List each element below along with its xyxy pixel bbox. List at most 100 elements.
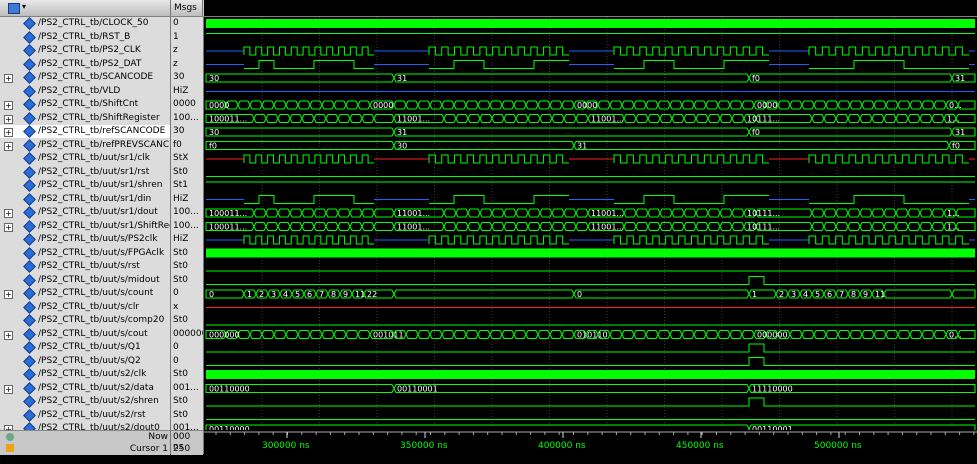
signal-row[interactable]: + /PS2_CTRL_tb/refSCANCODE — [0, 125, 170, 138]
expand-icon[interactable]: + — [4, 128, 13, 137]
signal-row[interactable]: /PS2_CTRL_tb/uut/sr1/rst — [0, 165, 170, 179]
signal-name-header[interactable]: ▾ — [0, 0, 171, 16]
bus-value: 7 — [839, 290, 844, 299]
bus-segment — [573, 289, 750, 299]
waveform-pane[interactable]: 30 31 f0 31 0000 0000 0000 0000 0... 100011... 110… — [204, 17, 977, 454]
signal-name: /PS2_CTRL_tb/PS2_CLK — [38, 45, 141, 55]
waveform-canvas[interactable]: 30 31 f0 310000 0000 0000 0000 0...100011... 110… — [204, 17, 977, 454]
signal-value: St0 — [173, 315, 188, 325]
bus-segment — [277, 208, 291, 218]
bus-segment — [417, 100, 431, 110]
bus-segment — [393, 141, 575, 150]
expand-icon[interactable]: + — [4, 141, 13, 151]
signal-icon — [23, 17, 36, 30]
signal-row[interactable]: /PS2_CTRL_tb/uut/sr1/din — [0, 192, 170, 206]
bus-segment — [789, 100, 803, 110]
bus-segment — [337, 222, 351, 231]
signal-row[interactable]: /PS2_CTRL_tb/CLOCK_50 — [0, 17, 170, 30]
signal-row[interactable]: + /PS2_CTRL_tb/SCANCODE — [0, 71, 170, 84]
bus-segment — [705, 330, 719, 339]
bus-segment — [513, 100, 527, 110]
bus-segment — [835, 114, 849, 123]
signal-row[interactable]: /PS2_CTRL_tb/uut/sr1/shren — [0, 179, 170, 192]
signal-row[interactable]: /PS2_CTRL_tb/PS2_DAT — [0, 57, 170, 71]
expand-icon[interactable]: + — [4, 209, 13, 218]
bus-segment — [479, 208, 493, 218]
signal-row[interactable]: + /PS2_CTRL_tb/uut/s2/data — [0, 381, 170, 395]
signal-row[interactable]: /PS2_CTRL_tb/uut/s/FPGAclk — [0, 246, 170, 260]
expand-icon[interactable]: + — [4, 222, 13, 232]
bus-segment — [361, 222, 375, 231]
bus-segment — [919, 222, 933, 231]
expand-icon[interactable]: + — [4, 290, 13, 299]
signal-icon — [23, 395, 36, 408]
signal-name: /PS2_CTRL_tb/uut/sr1/rst — [38, 166, 150, 177]
bus-segment — [205, 127, 395, 137]
signal-value-row: z — [171, 58, 203, 71]
signal-row[interactable]: /PS2_CTRL_tb/uut/s/rst — [0, 260, 170, 273]
bus-segment — [719, 114, 733, 123]
expand-icon[interactable]: + — [4, 74, 13, 83]
bus-segment — [253, 208, 267, 218]
signal-row[interactable]: + /PS2_CTRL_tb/uut/sr1/dout — [0, 206, 170, 219]
signal-row[interactable]: /PS2_CTRL_tb/uut/s2/clk — [0, 368, 170, 381]
signal-names-pane[interactable]: /PS2_CTRL_tb/CLOCK_50/PS2_CTRL_tb/RST_B /… — [0, 17, 171, 454]
bus-segment — [907, 114, 921, 123]
signal-value: 100... — [173, 207, 199, 217]
pulse-wave — [206, 397, 975, 407]
bus-segment — [561, 330, 575, 339]
bus-segment — [847, 208, 861, 218]
signal-row[interactable]: /PS2_CTRL_tb/uut/s/Q1 — [0, 341, 170, 354]
signal-row[interactable]: /PS2_CTRL_tb/uut/s2/rst — [0, 408, 170, 422]
bus-segment — [731, 114, 745, 123]
signal-row[interactable]: /PS2_CTRL_tb/VLD — [0, 84, 170, 98]
wave-icon[interactable] — [8, 3, 20, 14]
expand-icon[interactable]: + — [4, 114, 13, 124]
signal-row[interactable]: + /PS2_CTRL_tb/ShiftCnt — [0, 98, 170, 111]
bus-segment — [609, 330, 623, 339]
bus-segment — [551, 208, 565, 218]
signal-name: /PS2_CTRL_tb/SCANCODE — [38, 72, 154, 82]
signal-row[interactable]: /PS2_CTRL_tb/PS2_CLK — [0, 44, 170, 57]
signal-row[interactable]: /PS2_CTRL_tb/uut/s/midout — [0, 273, 170, 287]
signal-row[interactable]: + /PS2_CTRL_tb/refPREVSCANC... — [0, 138, 170, 152]
timeline[interactable]: 300000 ns 350000 ns 400000 ns 450000 ns 5000… — [204, 430, 977, 454]
signal-row[interactable]: /PS2_CTRL_tb/uut/s/clr — [0, 300, 170, 314]
signal-row[interactable]: /PS2_CTRL_tb/uut/sr1/clk — [0, 152, 170, 165]
bus-segment — [467, 114, 481, 123]
expand-icon[interactable]: + — [4, 384, 13, 394]
signal-row[interactable]: + /PS2_CTRL_tb/ShiftRegister — [0, 111, 170, 125]
signal-row[interactable]: + /PS2_CTRL_tb/uut/sr1/ShiftReg... — [0, 219, 170, 233]
signal-row[interactable]: /PS2_CTRL_tb/uut/s/PS2clk — [0, 233, 170, 246]
signal-value-row: 0 — [171, 17, 203, 30]
signal-row[interactable]: /PS2_CTRL_tb/uut/s/comp20 — [0, 314, 170, 327]
bus-segment — [683, 222, 697, 231]
wave-window: ▾ Msgs /PS2_CTRL_tb/CLOCK_50/PS2_CTRL_tb… — [0, 0, 977, 464]
signal-value-row: HiZ — [171, 233, 203, 246]
signal-name: /PS2_CTRL_tb/refPREVSCANC... — [38, 139, 170, 150]
bus-segment — [835, 222, 849, 231]
bus-segment — [549, 330, 563, 339]
chevron-down-icon[interactable]: ▾ — [22, 2, 26, 11]
bus-segment — [907, 222, 921, 231]
signal-value-row: 100... — [171, 206, 203, 219]
expand-icon[interactable]: + — [4, 330, 13, 340]
signal-name: /PS2_CTRL_tb/refSCANCODE — [38, 126, 166, 136]
signal-values-pane: 0 1 z z 30 HiZ 0000 100... 30 f0 StX St0 St1 HiZ 100..… — [171, 17, 204, 454]
signal-row[interactable]: /PS2_CTRL_tb/RST_B — [0, 30, 170, 44]
bus-value: 00110001 — [397, 385, 438, 394]
bus-segment — [321, 330, 335, 339]
signal-row[interactable]: /PS2_CTRL_tb/uut/s2/shren — [0, 395, 170, 408]
signal-icon — [23, 368, 36, 381]
bus-segment — [671, 208, 685, 218]
signal-name: /PS2_CTRL_tb/uut/s2/shren — [38, 396, 159, 406]
bus-segment — [393, 73, 750, 83]
expand-icon[interactable]: + — [4, 101, 13, 110]
signal-icon — [23, 165, 36, 179]
signal-row[interactable]: + /PS2_CTRL_tb/uut/s/count — [0, 287, 170, 300]
bus-segment — [273, 330, 287, 339]
bus-segment — [635, 208, 649, 218]
signal-row[interactable]: + /PS2_CTRL_tb/uut/s/cout — [0, 327, 170, 341]
signal-row[interactable]: /PS2_CTRL_tb/uut/s/Q2 — [0, 354, 170, 368]
signal-name: /PS2_CTRL_tb/uut/s/count — [38, 288, 154, 298]
